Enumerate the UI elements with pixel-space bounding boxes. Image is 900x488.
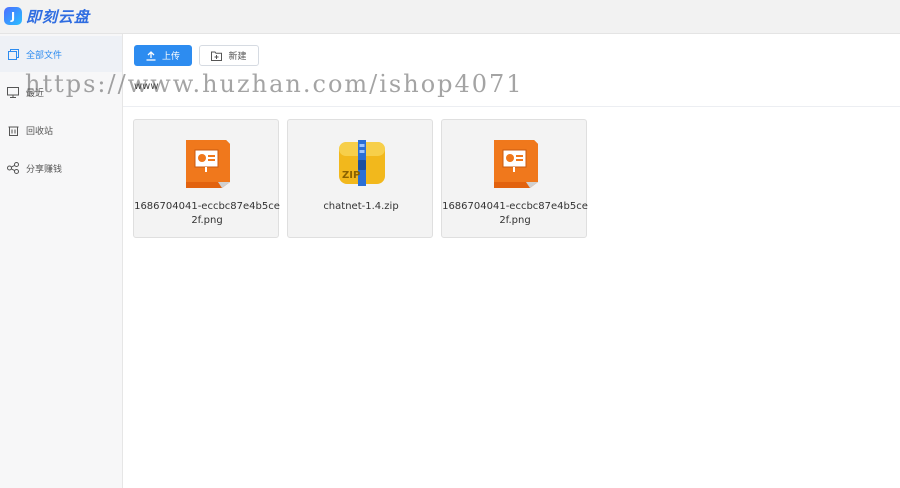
file-card[interactable]: 1686704041-eccbc87e4b5ce2f.png	[441, 119, 588, 238]
divider	[123, 106, 900, 107]
file-card[interactable]: ZIP chatnet-1.4.zip	[287, 119, 433, 238]
ppt-file-icon	[490, 136, 542, 190]
trash-icon	[7, 124, 19, 136]
breadcrumb-current[interactable]: www	[134, 81, 159, 92]
sidebar-item-recycle-bin[interactable]: 回收站	[0, 112, 122, 148]
file-name: chatnet-1.4.zip	[323, 201, 399, 212]
file-card[interactable]: 1686704041-eccbc87e4b5ce2f.png	[133, 119, 280, 238]
share-icon	[7, 162, 19, 174]
sidebar-item-label: 最近	[26, 88, 45, 99]
sidebar-item-label: 全部文件	[26, 50, 63, 61]
top-bar: J 即刻云盘	[0, 0, 900, 34]
sidebar: 全部文件 最近 回收站 分享赚钱	[0, 34, 123, 488]
app-logo[interactable]: J 即刻云盘	[4, 5, 90, 27]
sidebar-item-share-earn[interactable]: 分享赚钱	[0, 150, 122, 186]
new-button[interactable]: 新建	[199, 45, 259, 66]
upload-button[interactable]: 上传	[134, 45, 192, 66]
files-icon	[7, 48, 19, 60]
sidebar-item-label: 回收站	[26, 126, 54, 137]
breadcrumb[interactable]: www	[134, 81, 159, 92]
upload-icon	[146, 50, 156, 61]
monitor-icon	[7, 86, 19, 98]
app-title: 即刻云盘	[26, 7, 91, 26]
sidebar-item-recent[interactable]: 最近	[0, 74, 122, 110]
svg-text:ZIP: ZIP	[342, 170, 360, 181]
ppt-file-icon	[182, 136, 234, 190]
main-content: 上传 新建 www 1686704041-eccbc87e4b5ce2f.png	[123, 34, 900, 488]
sidebar-item-label: 分享赚钱	[26, 164, 63, 175]
new-folder-icon	[211, 51, 223, 61]
new-label: 新建	[228, 52, 247, 62]
upload-label: 上传	[161, 52, 180, 62]
logo-mark-icon: J	[4, 7, 22, 25]
file-name: 1686704041-eccbc87e4b5ce2f.png	[442, 201, 588, 226]
sidebar-item-all-files[interactable]: 全部文件	[0, 36, 122, 72]
zip-file-icon: ZIP	[336, 136, 388, 190]
file-name: 1686704041-eccbc87e4b5ce2f.png	[134, 201, 280, 226]
